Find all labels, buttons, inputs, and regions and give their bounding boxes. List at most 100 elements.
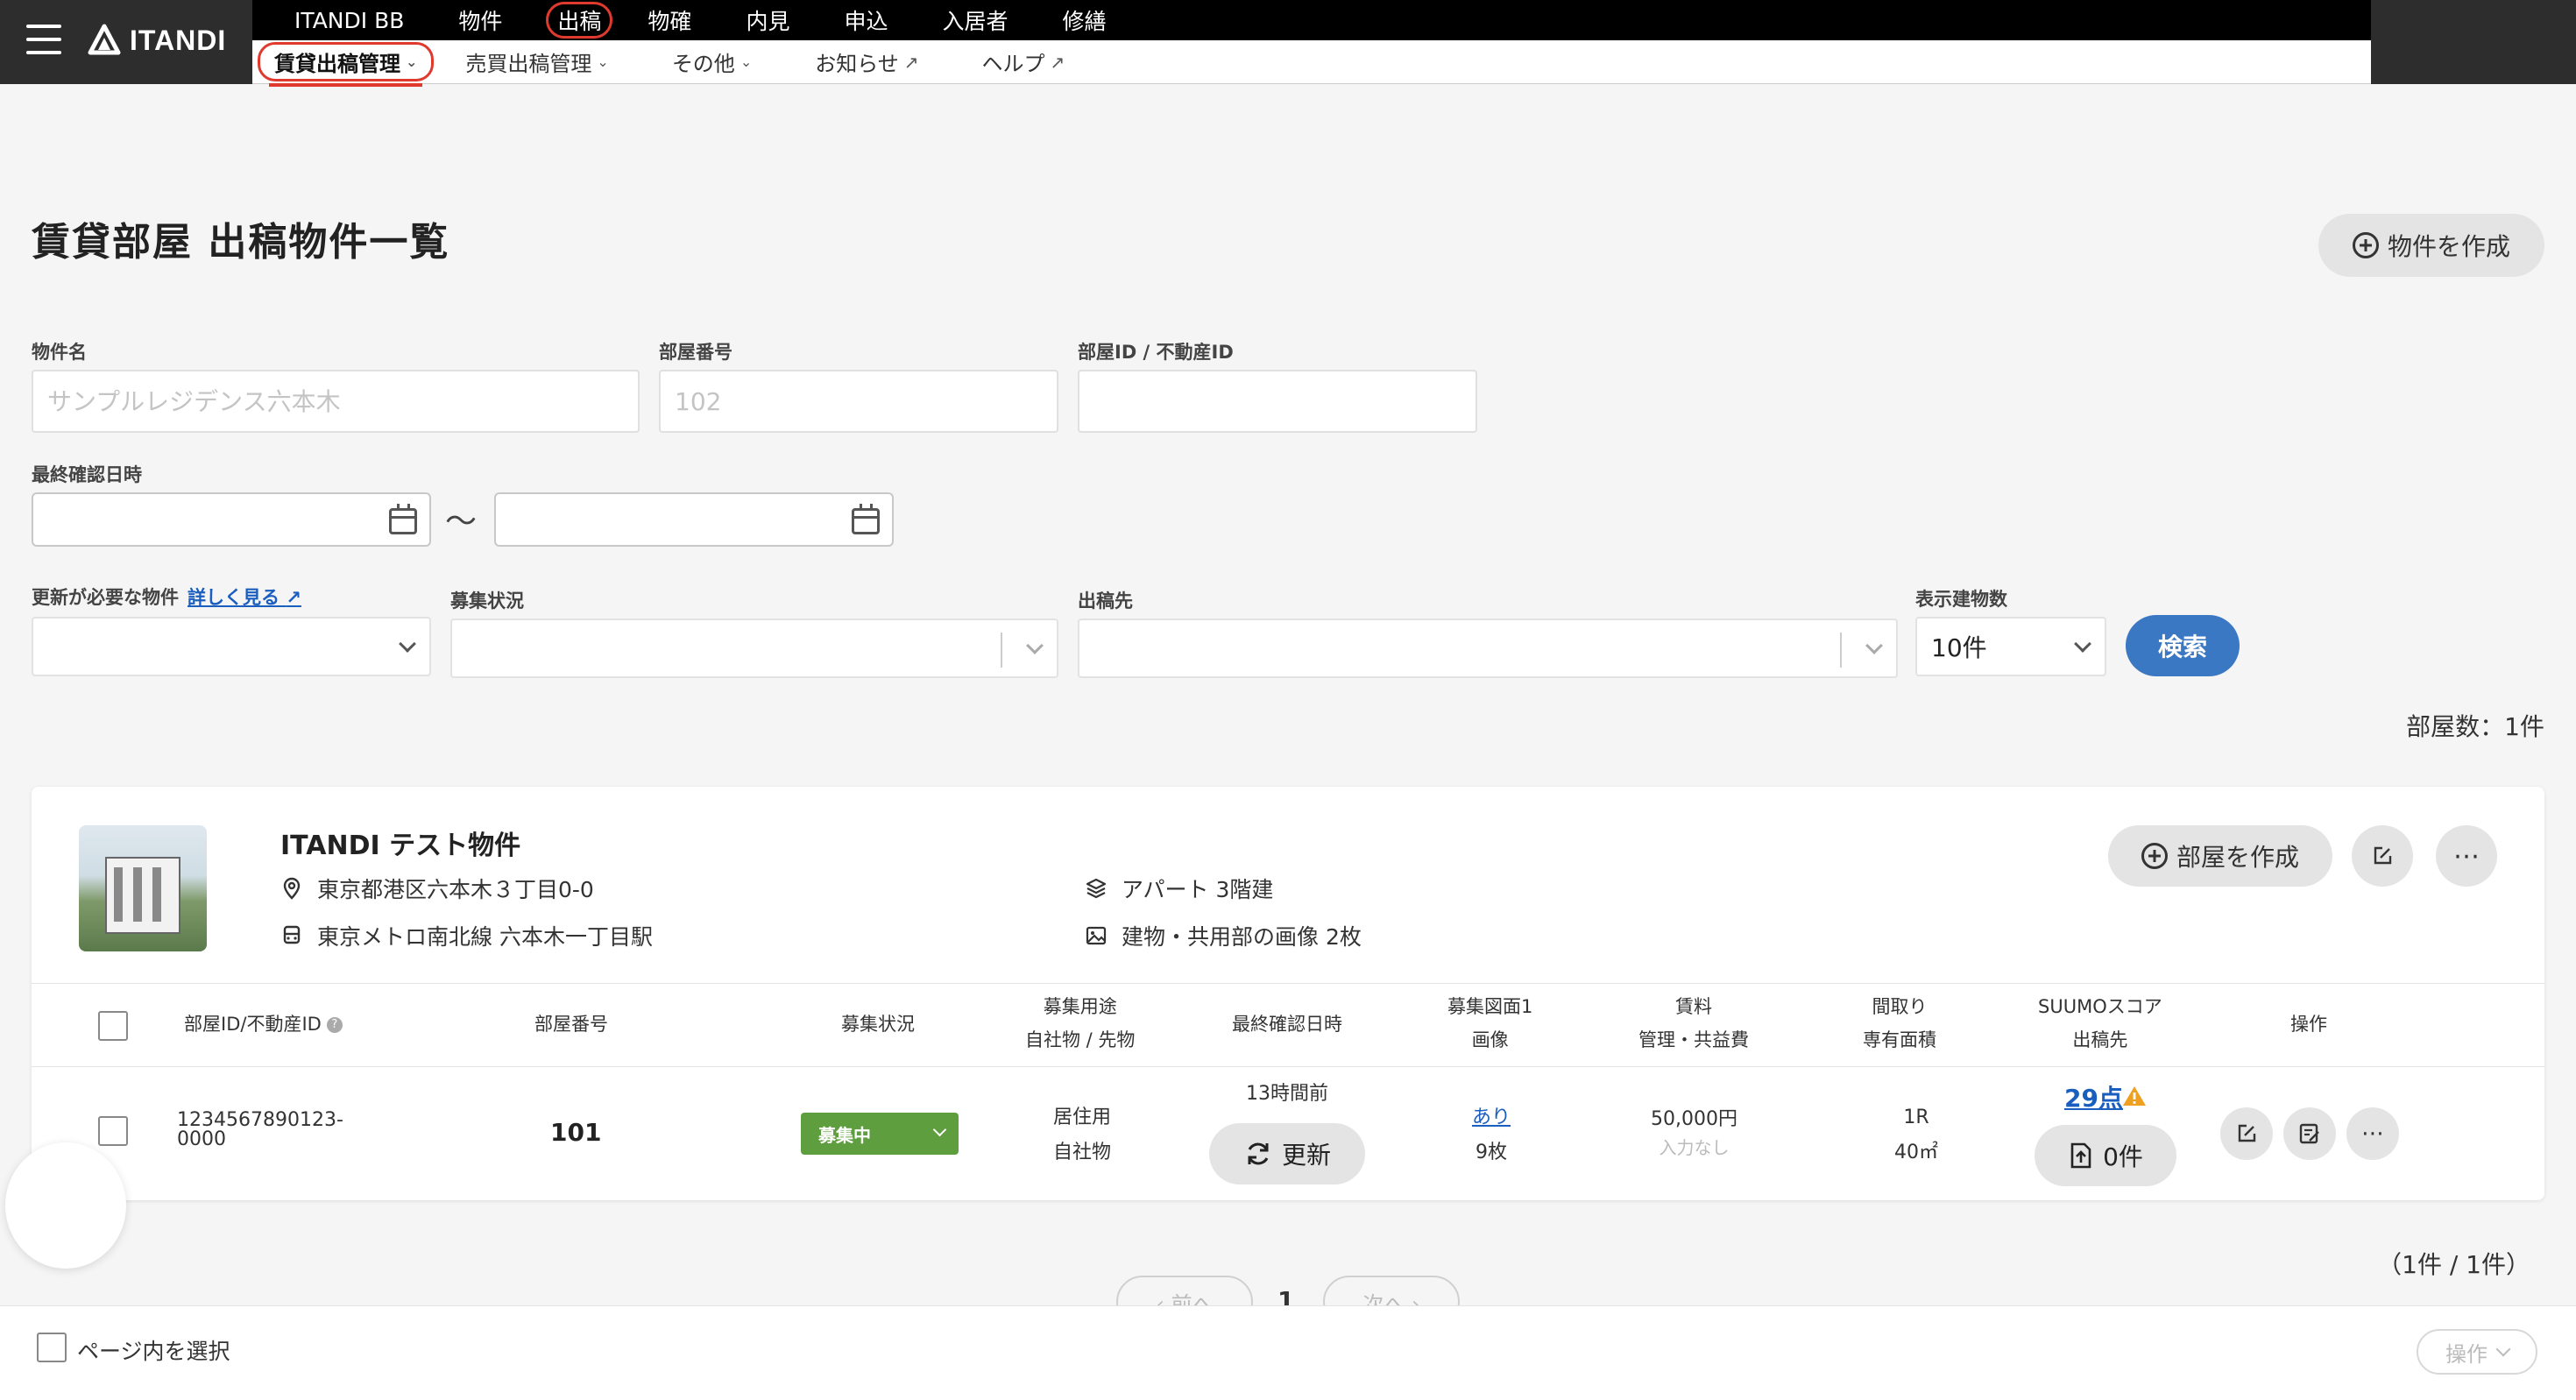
room-number-input[interactable] — [659, 370, 1058, 433]
room-id-input[interactable] — [1078, 370, 1477, 433]
header-layout: 間取り 専有面積 — [1863, 990, 1936, 1057]
row-notes-button[interactable] — [2283, 1107, 2336, 1160]
needs-update-text: 更新が必要な物件 — [32, 587, 179, 608]
needs-update-label: 更新が必要な物件 詳しく見る ↗ — [32, 583, 301, 610]
nav-property[interactable]: 物件 — [453, 3, 507, 38]
chevron-down-icon — [932, 1122, 947, 1137]
subnav-help-label: ヘルプ — [981, 52, 1045, 76]
display-count-select[interactable]: 10件 — [1915, 617, 2106, 676]
destinations-button[interactable]: 0件 — [2035, 1125, 2176, 1186]
property-address: 東京都港区六本木３丁目0-0 — [280, 873, 594, 904]
upload-file-icon — [2068, 1142, 2094, 1170]
subnav-rental-listing[interactable]: 賃貸出稿管理 ⌄ — [258, 42, 435, 87]
chevron-down-icon — [1026, 637, 1044, 654]
subnav-news-label: お知らせ — [815, 52, 899, 76]
bulk-operation-label: 操作 — [2445, 1341, 2488, 1367]
create-room-label: 部屋を作成 — [2176, 843, 2299, 872]
floating-widget[interactable] — [5, 1142, 126, 1269]
header-floorplan: 募集図面1 画像 — [1447, 990, 1532, 1057]
update-button[interactable]: 更新 — [1209, 1123, 1365, 1184]
property-name-label: 物件名 — [32, 342, 87, 363]
date-to-input[interactable] — [494, 492, 894, 547]
bulk-operation-button[interactable]: 操作 — [2417, 1329, 2537, 1375]
itandi-logo[interactable]: ITANDI — [88, 19, 226, 61]
property-building-type: アパート 3階建 — [1085, 873, 1273, 904]
suumo-score-link[interactable]: 29点 — [2064, 1079, 2123, 1114]
subnav-sale-listing[interactable]: 売買出稿管理 ⌄ — [455, 43, 619, 81]
edit-icon — [2374, 846, 2392, 865]
create-room-button[interactable]: 部屋を作成 — [2108, 825, 2332, 887]
header-purpose: 募集用途 自社物 / 先物 — [1025, 990, 1135, 1057]
select-all-checkbox[interactable] — [98, 1011, 128, 1041]
header-floorplan-line2: 画像 — [1471, 1029, 1509, 1050]
nav-repair[interactable]: 修繕 — [1057, 3, 1111, 38]
nav-itandi-bb[interactable]: ITANDI BB — [289, 6, 409, 35]
subnav-help[interactable]: ヘルプ ↗ — [972, 43, 1076, 81]
row-edit-button[interactable] — [2220, 1107, 2273, 1160]
plus-circle-icon — [2141, 843, 2168, 869]
status-value: 募集中 — [818, 1124, 871, 1146]
train-icon — [280, 924, 303, 947]
rent-cell: 50,000円 入力なし — [1651, 1106, 1737, 1162]
create-property-button[interactable]: 物件を作成 — [2318, 214, 2544, 277]
layers-icon — [1085, 877, 1108, 900]
header-suumo-line1: SUUMOスコア — [2038, 996, 2162, 1017]
area-value: 40㎡ — [1894, 1142, 1938, 1163]
property-name: ITANDI テスト物件 — [280, 831, 521, 861]
property-building-type-text: アパート 3階建 — [1122, 877, 1274, 902]
page-title: 賃貸部屋 出稿物件一覧 — [32, 220, 450, 265]
room-id-line2: 0000 — [177, 1128, 226, 1150]
row-checkbox[interactable] — [98, 1116, 128, 1146]
destination-select[interactable] — [1078, 619, 1898, 678]
room-count: 部屋数：1件 — [2406, 712, 2544, 741]
display-count-label: 表示建物数 — [1915, 589, 2007, 610]
floorplan-link[interactable]: あり — [1472, 1100, 1511, 1135]
info-icon[interactable]: ? — [326, 1017, 343, 1033]
property-thumbnail[interactable] — [79, 825, 207, 951]
nav-viewing[interactable]: 内見 — [740, 3, 795, 38]
room-id-line1: 1234567890123- — [177, 1109, 343, 1131]
header-last-confirmed: 最終確認日時 — [1232, 1014, 1342, 1035]
search-button[interactable]: 検索 — [2126, 615, 2240, 676]
table-header: 部屋ID/不動産ID? 部屋番号 募集状況 募集用途 自社物 / 先物 最終確認… — [32, 985, 2544, 1067]
row-more-button[interactable]: ⋯ — [2346, 1107, 2399, 1160]
calendar-icon[interactable] — [389, 504, 417, 534]
main-nav: ITANDI BB 物件 出稿 物確 内見 申込 入居者 修繕 — [252, 0, 2371, 40]
chevron-down-icon — [399, 635, 416, 653]
property-name-input[interactable] — [32, 370, 640, 433]
recruit-status-select[interactable] — [450, 619, 1058, 678]
nav-application[interactable]: 申込 — [839, 3, 893, 38]
edit-property-button[interactable] — [2352, 825, 2413, 887]
select-page-checkbox[interactable] — [37, 1333, 67, 1362]
image-icon — [1085, 924, 1108, 947]
chevron-down-icon — [2495, 1341, 2511, 1357]
chevron-down-icon — [2074, 635, 2091, 653]
create-property-label: 物件を作成 — [2387, 232, 2510, 261]
nav-listing[interactable]: 出稿 — [546, 2, 613, 39]
edit-list-icon — [2299, 1123, 2319, 1144]
property-images: 建物・共用部の画像 2枚 — [1085, 920, 1362, 951]
header-rent: 賃料 管理・共益費 — [1638, 990, 1749, 1057]
logo-text: ITANDI — [130, 24, 227, 56]
details-link[interactable]: 詳しく見る ↗ — [188, 587, 301, 608]
header-room-id-text: 部屋ID/不動産ID — [184, 1014, 322, 1035]
calendar-icon[interactable] — [852, 504, 880, 534]
property-more-button[interactable]: ⋯ — [2436, 825, 2497, 887]
location-pin-icon — [280, 877, 303, 900]
more-icon: ⋯ — [2361, 1121, 2384, 1147]
date-from-input[interactable] — [32, 492, 431, 547]
last-confirmed-label: 最終確認日時 — [32, 464, 142, 485]
hamburger-menu-icon[interactable] — [26, 25, 61, 54]
status-select[interactable]: 募集中 — [801, 1113, 959, 1155]
destination-label: 出稿先 — [1078, 590, 1133, 612]
layout-cell: 1R 40㎡ — [1894, 1100, 1938, 1170]
subnav-news[interactable]: お知らせ ↗ — [804, 43, 929, 81]
header-floorplan-line1: 募集図面1 — [1447, 996, 1533, 1017]
header-rent-line1: 賃料 — [1675, 996, 1712, 1017]
header-room-id: 部屋ID/不動産ID? — [184, 1008, 343, 1041]
subnav-other[interactable]: その他 ⌄ — [662, 43, 762, 81]
nav-confirm[interactable]: 物確 — [642, 3, 697, 38]
needs-update-select[interactable] — [32, 617, 431, 676]
nav-tenant[interactable]: 入居者 — [937, 3, 1013, 38]
topbar-right-area — [2371, 0, 2576, 84]
